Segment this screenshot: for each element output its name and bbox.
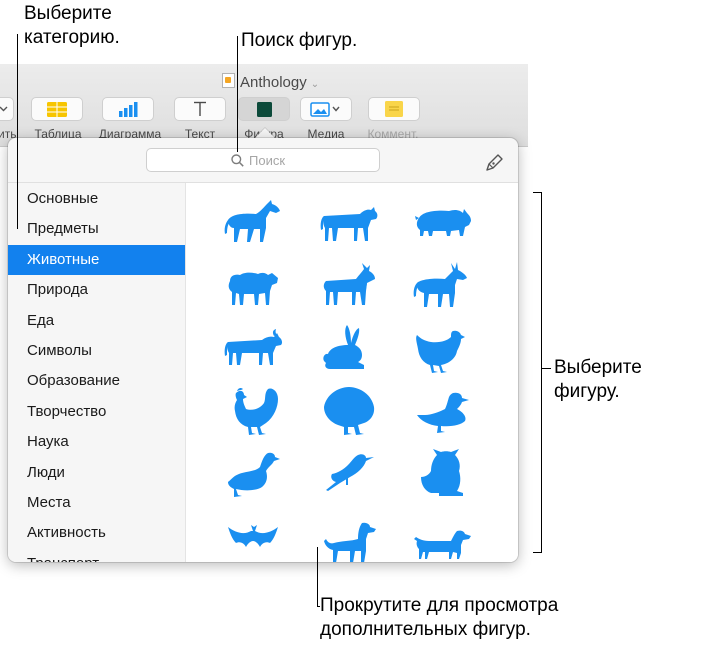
category-item[interactable]: Предметы xyxy=(8,214,185,244)
media-button[interactable] xyxy=(300,97,352,121)
callout-scroll: Прокрутите для просмотра дополнительных … xyxy=(320,594,558,642)
shape-bull-icon[interactable] xyxy=(222,321,284,377)
category-sidebar: Основные Предметы Животные Природа Еда Символ… xyxy=(8,183,185,562)
leader-line-shape xyxy=(541,368,551,369)
toolbar-partial-button[interactable] xyxy=(0,97,14,121)
callout-choose-category: Выберите категорию. xyxy=(24,2,120,50)
shape-duck-icon[interactable] xyxy=(411,383,473,439)
comment-button[interactable] xyxy=(368,97,420,121)
shape-bird-icon[interactable] xyxy=(318,445,380,501)
shape-horse-icon[interactable] xyxy=(222,196,284,252)
shape-goose-icon[interactable] xyxy=(222,445,284,501)
callout-scroll-line1: Прокрутите для просмотра xyxy=(320,595,559,616)
shape-goat-icon[interactable] xyxy=(318,259,380,315)
shapes-grid xyxy=(185,183,518,562)
shape-sheep-icon[interactable] xyxy=(222,259,284,315)
callout-choose-shape: Выберите фигуру. xyxy=(554,356,642,404)
bar-chart-icon xyxy=(119,101,138,117)
leader-line-scroll xyxy=(317,547,318,607)
media-icon xyxy=(310,101,340,117)
document-title-text: Anthology xyxy=(240,74,307,91)
callout-search-shapes: Поиск фигур. xyxy=(241,30,358,51)
text-button[interactable] xyxy=(174,97,226,121)
text-icon xyxy=(194,101,206,116)
pen-icon xyxy=(486,154,503,171)
callout-choose-category-line2: категорию. xyxy=(24,27,120,48)
category-item[interactable]: Животные xyxy=(8,244,185,275)
chevron-down-icon: ⌄ xyxy=(310,79,320,90)
category-item[interactable]: Еда xyxy=(8,306,185,336)
category-item[interactable]: Наука xyxy=(8,427,185,457)
table-icon xyxy=(47,101,67,117)
leader-line-search xyxy=(237,36,238,152)
table-button[interactable] xyxy=(31,97,83,121)
category-item[interactable]: Образование xyxy=(8,366,185,396)
category-item[interactable]: Активность xyxy=(8,518,185,548)
category-item[interactable]: Люди xyxy=(8,458,185,488)
shape-hen-icon[interactable] xyxy=(411,321,473,377)
bracket-shapes-vertical xyxy=(541,192,542,553)
category-item[interactable]: Природа xyxy=(8,275,185,305)
callout-scroll-line2: дополнительных фигур. xyxy=(320,619,531,640)
chevron-down-icon xyxy=(0,106,7,112)
shape-rabbit-icon[interactable] xyxy=(318,321,380,377)
callout-choose-shape-line1: Выберите xyxy=(554,357,642,378)
category-item[interactable]: Символы xyxy=(8,336,185,366)
category-item[interactable]: Основные xyxy=(8,184,185,214)
draw-with-pen-button[interactable] xyxy=(484,151,506,173)
shape-dachshund-icon[interactable] xyxy=(411,515,473,562)
shape-icon xyxy=(256,101,272,117)
callout-choose-category-line1: Выберите xyxy=(24,3,112,24)
callout-choose-shape-line2: фигуру. xyxy=(554,381,620,402)
document-icon xyxy=(222,73,235,88)
shape-donkey-icon[interactable] xyxy=(411,259,473,315)
bracket-shapes-bottom xyxy=(533,552,542,553)
shape-turkey-icon[interactable] xyxy=(318,383,380,439)
category-item[interactable]: Творчество xyxy=(8,397,185,427)
category-item[interactable]: Транспорт xyxy=(8,549,185,562)
shape-cow-icon[interactable] xyxy=(318,196,380,252)
category-item[interactable]: Места xyxy=(8,488,185,518)
comment-icon xyxy=(385,101,403,117)
shape-search-box[interactable] xyxy=(146,148,380,172)
search-icon xyxy=(231,153,244,167)
shapes-popover: ОсновныеПредметыЖивотныеПриродаЕдаСимвол… xyxy=(8,138,518,562)
leader-line-scroll-foot xyxy=(317,606,320,607)
shape-pig-icon[interactable] xyxy=(411,196,473,252)
shape-bat-icon[interactable] xyxy=(222,515,284,562)
shape-button[interactable] xyxy=(238,97,290,121)
chart-button[interactable] xyxy=(102,97,154,121)
shape-rooster-icon[interactable] xyxy=(222,383,284,439)
shape-dog-icon[interactable] xyxy=(318,515,380,562)
shape-search-input[interactable] xyxy=(249,152,295,168)
shape-owl-icon[interactable] xyxy=(411,445,473,501)
leader-line-category xyxy=(17,34,18,229)
